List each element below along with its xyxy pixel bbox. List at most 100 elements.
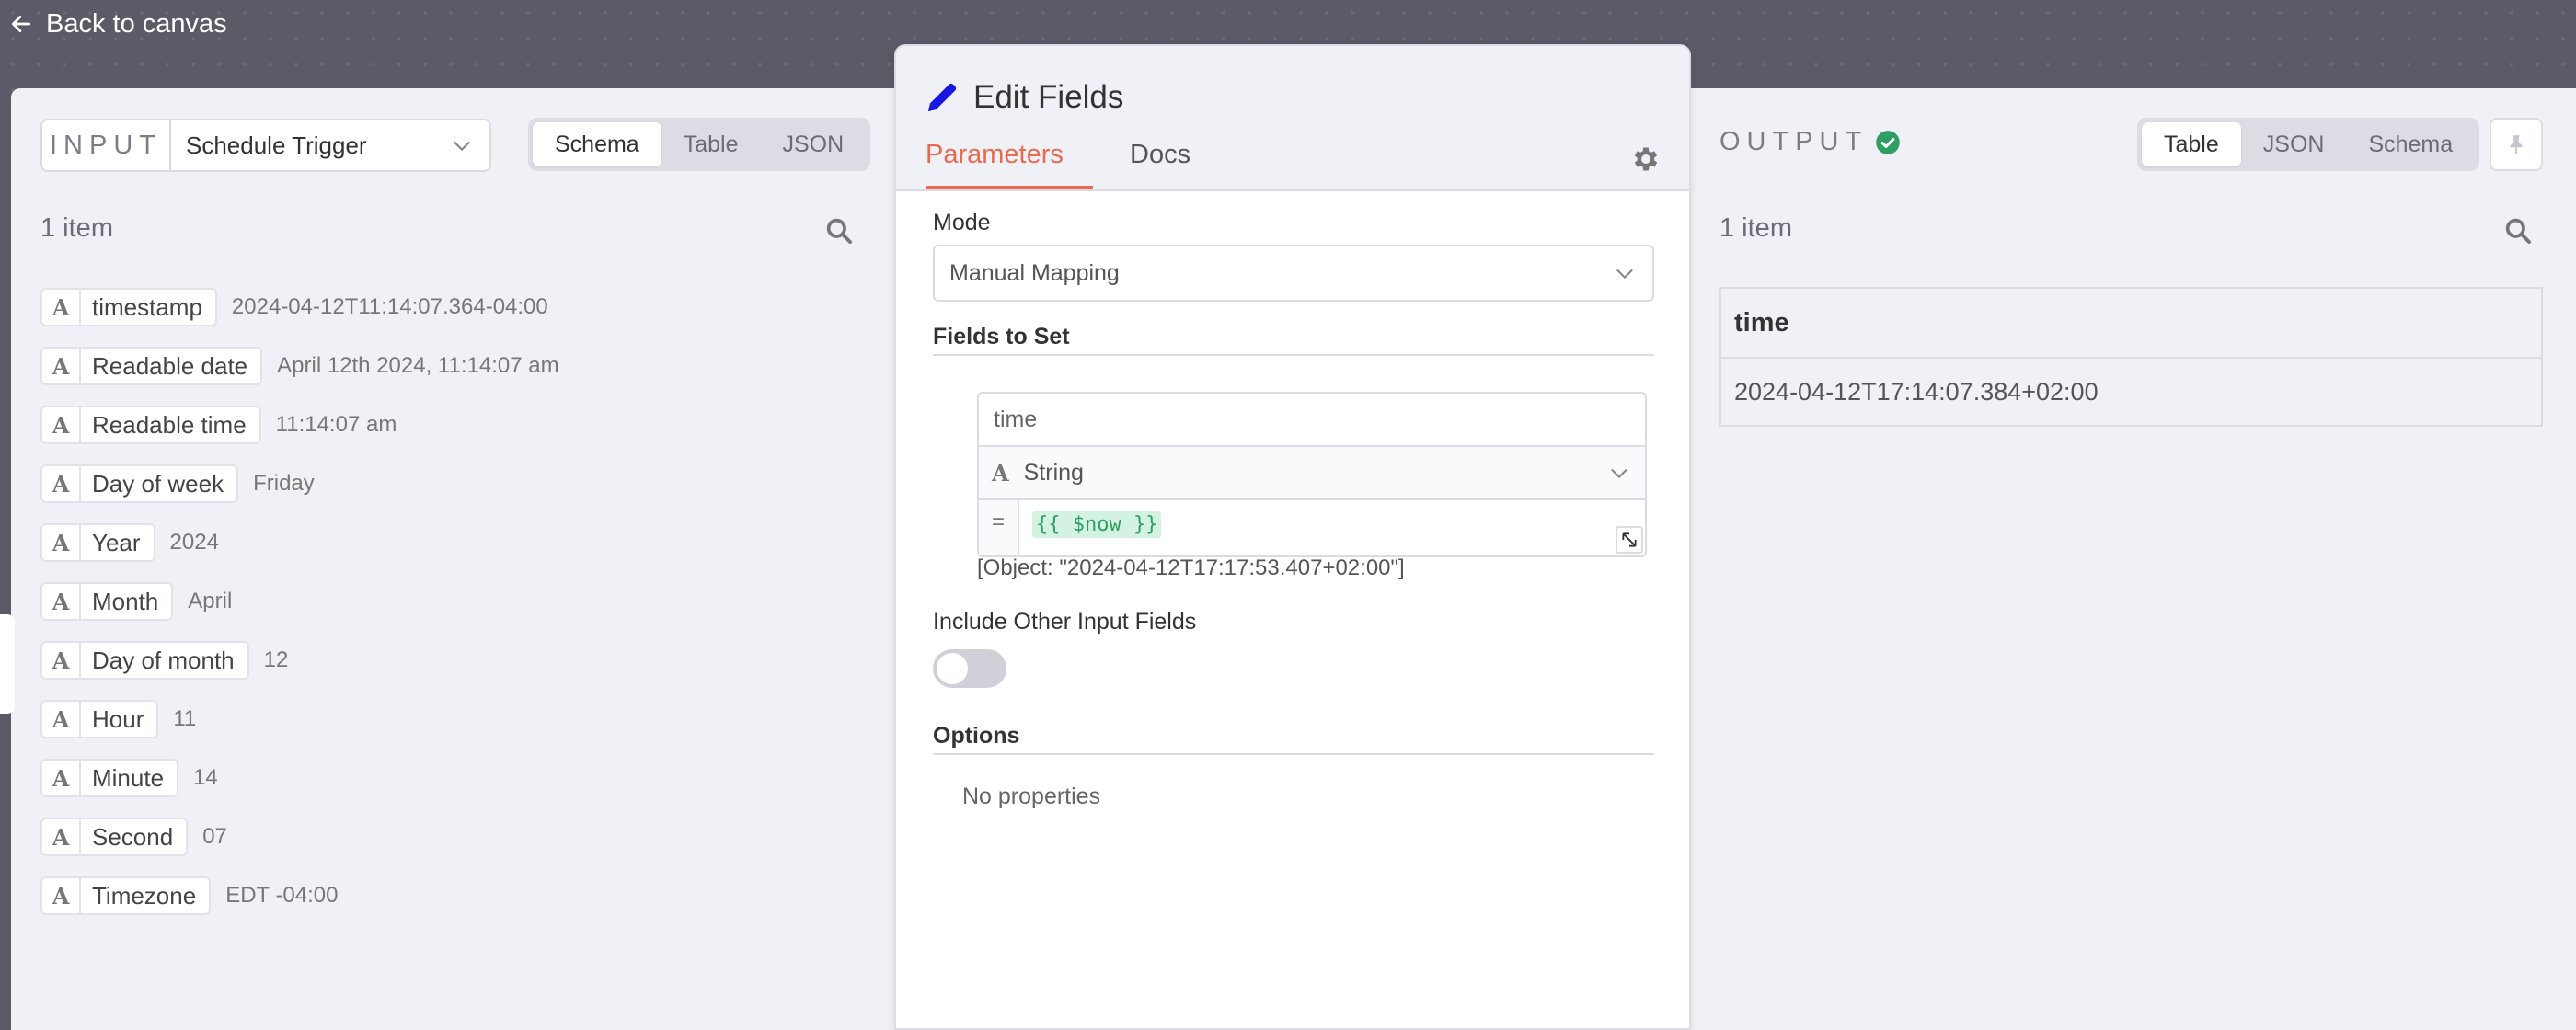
string-type-icon: A bbox=[42, 290, 81, 325]
check-circle-icon bbox=[1876, 130, 1901, 154]
schema-field-name: Minute bbox=[92, 763, 165, 792]
output-view-switch: Table JSON Schema bbox=[2137, 118, 2480, 171]
schema-field-pill[interactable]: A Readable date bbox=[40, 347, 263, 385]
field-type-select[interactable]: A String bbox=[979, 447, 1645, 500]
node-title: Edit Fields bbox=[973, 79, 1124, 115]
string-type-icon: A bbox=[42, 643, 81, 678]
schema-field-pill[interactable]: A Day of week bbox=[40, 464, 239, 503]
search-icon[interactable] bbox=[824, 216, 854, 246]
output-header: OUTPUT bbox=[1719, 127, 1901, 157]
expression-result: [Object: "2024-04-12T17:17:53.407+02:00"… bbox=[977, 555, 1405, 580]
schema-field-pill[interactable]: A Timezone bbox=[40, 876, 212, 915]
input-view-switch: Schema Table JSON bbox=[528, 118, 871, 171]
output-item-count: 1 item bbox=[1719, 213, 1792, 243]
schema-field-name: Timezone bbox=[92, 881, 197, 910]
output-view-schema[interactable]: Schema bbox=[2346, 122, 2475, 166]
table-cell[interactable]: 2024-04-12T17:14:07.384+02:00 bbox=[1720, 358, 2542, 426]
chevron-down-icon bbox=[1611, 468, 1627, 479]
arrow-left-icon bbox=[11, 16, 31, 32]
schema-field-row: A Year 2024 bbox=[40, 522, 219, 563]
field-value-expression[interactable]: {{ $now }} bbox=[1019, 500, 1645, 555]
output-table: time 2024-04-12T17:14:07.384+02:00 bbox=[1719, 287, 2543, 427]
include-other-fields-toggle[interactable] bbox=[933, 649, 1006, 688]
string-type-icon: A bbox=[42, 878, 81, 913]
schema-field-pill[interactable]: A Day of month bbox=[40, 641, 249, 680]
input-node-selector: INPUT Schedule Trigger bbox=[40, 119, 491, 172]
string-type-icon: A bbox=[992, 459, 1009, 486]
node-parameters-panel: Edit Fields Parameters Docs Mode Manual … bbox=[894, 44, 1691, 1030]
mode-label: Mode bbox=[933, 210, 991, 235]
input-node-select[interactable]: Schedule Trigger bbox=[171, 120, 489, 170]
schema-field-value: 12 bbox=[263, 647, 289, 672]
back-to-canvas-link[interactable]: Back to canvas bbox=[9, 6, 227, 42]
schema-field-value: 2024-04-12T11:14:07.364-04:00 bbox=[231, 294, 548, 319]
schema-field-row: A Readable time 11:14:07 am bbox=[40, 405, 397, 445]
schema-field-pill[interactable]: A Month bbox=[40, 582, 174, 621]
pencil-icon bbox=[928, 83, 957, 111]
expand-editor-icon[interactable] bbox=[1616, 526, 1643, 554]
pin-icon bbox=[2510, 135, 2523, 154]
fields-to-set-label: Fields to Set bbox=[933, 324, 1654, 356]
panel-drag-handle[interactable] bbox=[0, 614, 15, 714]
schema-field-row: A Day of month 12 bbox=[40, 640, 288, 681]
field-name-input[interactable]: time bbox=[979, 394, 1645, 447]
schema-field-value: 14 bbox=[193, 765, 218, 790]
schema-field-name: Day of week bbox=[92, 469, 224, 498]
schema-field-value: EDT -04:00 bbox=[225, 883, 339, 908]
schema-field-row: A Day of week Friday bbox=[40, 464, 315, 504]
string-type-icon: A bbox=[42, 525, 81, 560]
string-type-icon: A bbox=[42, 761, 81, 795]
schema-field-value: April bbox=[188, 589, 233, 613]
output-view-table[interactable]: Table bbox=[2142, 122, 2241, 166]
include-other-fields-label: Include Other Input Fields bbox=[933, 609, 1197, 635]
schema-field-value: April 12th 2024, 11:14:07 am bbox=[277, 353, 559, 378]
schema-field-pill[interactable]: A Second bbox=[40, 818, 189, 856]
node-header: Edit Fields Parameters Docs bbox=[896, 46, 1689, 191]
schema-field-name: Year bbox=[92, 528, 141, 556]
tab-docs[interactable]: Docs bbox=[1130, 140, 1190, 189]
schema-field-pill[interactable]: Atimestamp bbox=[40, 288, 217, 326]
output-view-json[interactable]: JSON bbox=[2241, 122, 2347, 166]
tab-parameters[interactable]: Parameters bbox=[926, 140, 1093, 189]
schema-field-row: A Month April bbox=[40, 581, 232, 622]
input-item-count: 1 item bbox=[40, 213, 113, 243]
schema-field-row: A Hour 11 bbox=[40, 699, 196, 739]
output-column-header: time bbox=[1720, 288, 2542, 359]
schema-field-name: Second bbox=[92, 822, 174, 851]
expression-marker: = bbox=[979, 500, 1019, 555]
table-row: 2024-04-12T17:14:07.384+02:00 bbox=[1720, 358, 2542, 426]
input-node-value: Schedule Trigger bbox=[186, 131, 367, 159]
string-type-icon: A bbox=[42, 407, 81, 442]
schema-field-name: Hour bbox=[92, 704, 144, 733]
field-value-row: = {{ $now }} bbox=[979, 500, 1645, 555]
schema-field-name: Readable date bbox=[92, 351, 248, 380]
mode-select[interactable]: Manual Mapping bbox=[933, 245, 1654, 302]
mode-value: Manual Mapping bbox=[949, 259, 1120, 286]
input-view-schema[interactable]: Schema bbox=[533, 122, 661, 166]
field-type-value: String bbox=[1023, 459, 1084, 486]
string-type-icon: A bbox=[42, 819, 81, 854]
input-label: INPUT bbox=[42, 120, 171, 170]
options-label: Options bbox=[933, 723, 1654, 755]
pin-data-button[interactable] bbox=[2490, 118, 2543, 171]
schema-field-row: A Second 07 bbox=[40, 817, 227, 857]
schema-field-value: 11 bbox=[173, 706, 197, 731]
input-view-json[interactable]: JSON bbox=[760, 122, 866, 166]
gear-icon[interactable] bbox=[1630, 143, 1662, 175]
search-icon[interactable] bbox=[2503, 216, 2533, 246]
schema-field-row: Atimestamp 2024-04-12T11:14:07.364-04:00 bbox=[40, 287, 548, 327]
expression-chip: {{ $now }} bbox=[1032, 511, 1162, 538]
schema-field-pill[interactable]: A Year bbox=[40, 523, 155, 562]
schema-field-name: Readable time bbox=[92, 410, 247, 439]
schema-field-value: Friday bbox=[253, 471, 315, 496]
schema-field-row: A Readable date April 12th 2024, 11:14:07 … bbox=[40, 346, 559, 386]
schema-field-pill[interactable]: A Hour bbox=[40, 700, 159, 738]
schema-field-pill[interactable]: A Readable time bbox=[40, 406, 261, 444]
schema-field-pill[interactable]: A Minute bbox=[40, 759, 179, 797]
output-label: OUTPUT bbox=[1719, 127, 1869, 156]
string-type-icon: A bbox=[42, 702, 81, 737]
input-view-table[interactable]: Table bbox=[661, 122, 761, 166]
no-properties-text: No properties bbox=[962, 784, 1101, 809]
schema-field-row: A Timezone EDT -04:00 bbox=[40, 876, 339, 916]
string-type-icon: A bbox=[42, 349, 81, 383]
